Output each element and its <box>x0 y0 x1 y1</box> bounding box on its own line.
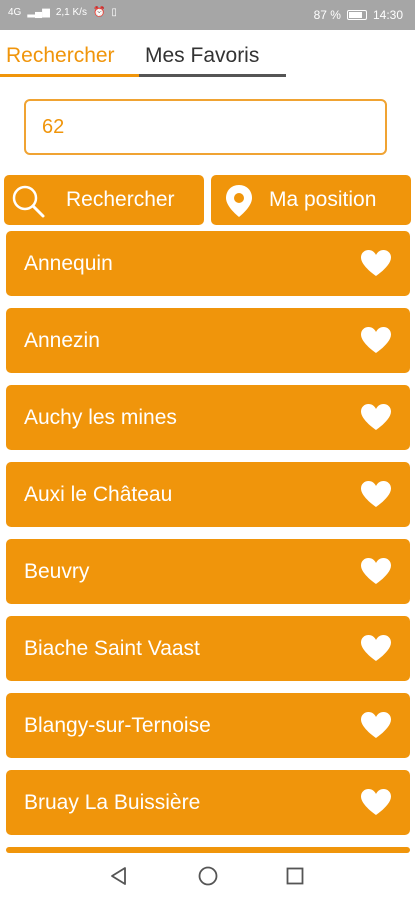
search-icon <box>12 185 45 218</box>
city-name: Biache Saint Vaast <box>24 637 200 660</box>
list-item[interactable]: Biache Saint Vaast <box>6 616 410 681</box>
tab-bar: Rechercher Mes Favoris <box>0 40 415 78</box>
status-left: 4G ▂▄▆ 2,1 K/s ⏰ ▯ <box>8 7 117 18</box>
status-bar: 4G ▂▄▆ 2,1 K/s ⏰ ▯ 87 % 14:30 <box>0 0 415 30</box>
city-name: Bruay La Buissière <box>24 791 201 814</box>
city-name: Auchy les mines <box>24 406 177 429</box>
home-circle-icon[interactable] <box>197 865 219 887</box>
status-right: 87 % 14:30 <box>314 8 403 22</box>
list-item[interactable]: Blangy-sur-Ternoise <box>6 693 410 758</box>
clock: 14:30 <box>372 8 403 22</box>
heart-icon[interactable] <box>360 249 392 277</box>
heart-icon[interactable] <box>360 788 392 816</box>
vibrate-icon: ▯ <box>111 7 117 18</box>
signal-bars-icon: ▂▄▆ <box>27 7 50 18</box>
tab-search[interactable]: Rechercher <box>6 44 115 68</box>
city-name: Beuvry <box>24 560 90 583</box>
battery-percent: 87 % <box>313 8 341 22</box>
heart-icon[interactable] <box>360 480 392 508</box>
city-name: Auxi le Château <box>24 483 173 506</box>
location-pin-icon <box>226 185 252 217</box>
heart-icon[interactable] <box>360 711 392 739</box>
heart-icon[interactable] <box>360 403 392 431</box>
tab-inactive-indicator <box>139 74 286 77</box>
system-nav-bar <box>0 853 415 900</box>
list-item[interactable]: Annezin <box>6 308 410 373</box>
tab-active-indicator <box>0 74 139 77</box>
heart-icon[interactable] <box>360 326 392 354</box>
data-rate: 2,1 K/s <box>55 7 87 18</box>
tab-favorites[interactable]: Mes Favoris <box>145 44 259 68</box>
city-name: Annezin <box>24 329 100 352</box>
heart-icon[interactable] <box>360 634 392 662</box>
list-item[interactable]: Bruay La Buissière <box>6 770 410 835</box>
heart-icon[interactable] <box>360 557 392 585</box>
list-item[interactable]: Beuvry <box>6 539 410 604</box>
battery-icon <box>346 10 367 20</box>
search-button-label: Rechercher <box>66 188 175 211</box>
back-triangle-icon[interactable] <box>108 865 130 887</box>
search-button[interactable]: Rechercher <box>4 175 204 225</box>
list-item[interactable]: Auxi le Château <box>6 462 410 527</box>
list-item[interactable]: Annequin <box>6 231 410 296</box>
search-input[interactable] <box>24 99 387 155</box>
recent-square-icon[interactable] <box>284 865 306 887</box>
my-position-button[interactable]: Ma position <box>211 175 411 225</box>
signal-indicator: 4G <box>8 7 22 18</box>
list-item[interactable]: Auchy les mines <box>6 385 410 450</box>
city-name: Blangy-sur-Ternoise <box>24 714 211 737</box>
my-position-button-label: Ma position <box>269 188 377 211</box>
city-name: Annequin <box>24 252 113 275</box>
alarm-icon: ⏰ <box>92 7 106 18</box>
